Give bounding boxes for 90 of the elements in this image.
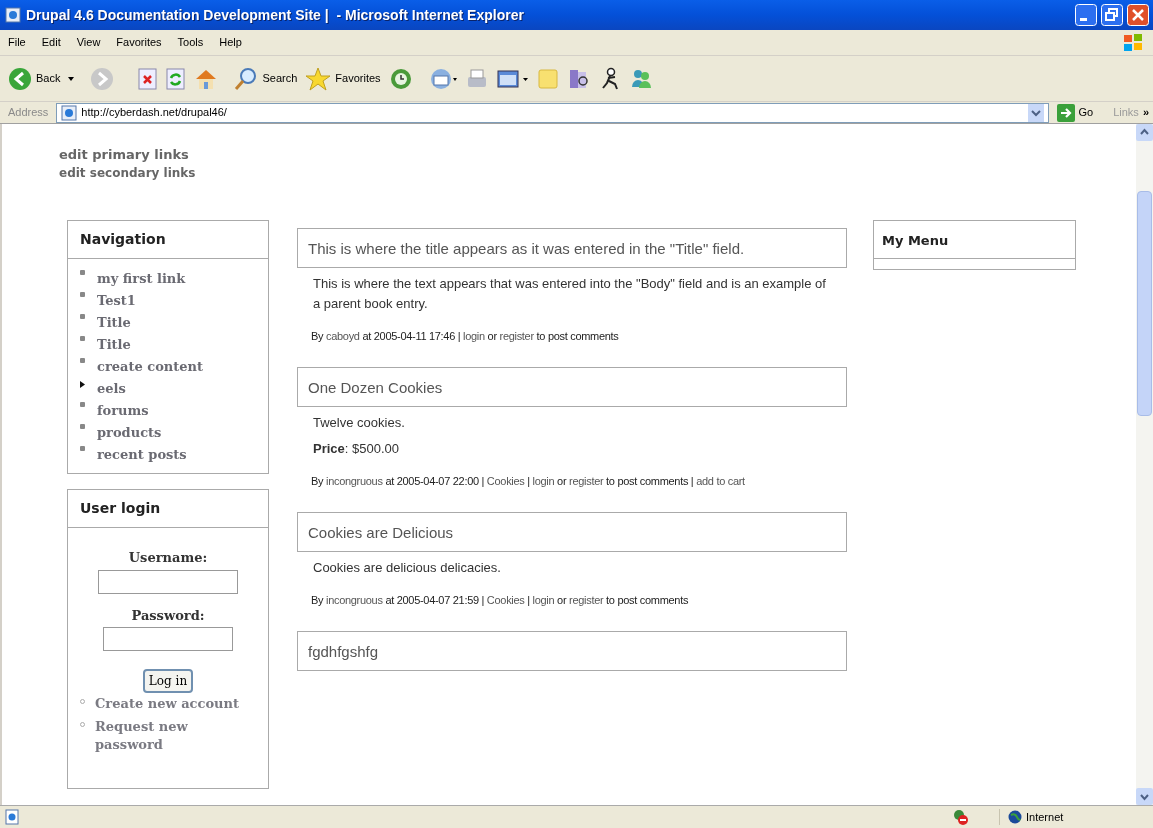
post-title[interactable]: One Dozen Cookies — [308, 377, 443, 397]
scroll-thumb[interactable] — [1137, 191, 1152, 416]
triangle-bullet-icon — [80, 381, 85, 388]
square-bullet-icon — [80, 270, 85, 275]
post-text: This is where the text appears that was entered into the "Body" field and is an example of a parent book entry. — [312, 275, 827, 313]
admin-link[interactable]: edit primary links — [59, 146, 189, 164]
post-text: Cookies are delicious delicacies. — [312, 559, 502, 577]
post-meta: By incongruous at 2005-04-07 21:59 | Cookies | login or register to post comments — [310, 594, 690, 607]
square-bullet-icon — [80, 446, 85, 451]
page-status-icon[interactable] — [4, 809, 20, 825]
chevron-button[interactable]: » — [1142, 104, 1149, 121]
stop-icon[interactable] — [138, 67, 159, 90]
nav-link[interactable]: my first link — [97, 269, 186, 289]
back-button[interactable]: Back — [8, 66, 61, 91]
nav-link[interactable]: forums — [97, 401, 149, 421]
menu-item[interactable]: Tools — [177, 34, 204, 51]
square-bullet-icon — [80, 314, 85, 319]
circle-bullet-icon — [80, 699, 85, 704]
post-link[interactable]: add to cart — [696, 475, 745, 487]
square-bullet-icon — [80, 424, 85, 429]
search-icon[interactable] — [234, 66, 259, 91]
nav-link[interactable]: eels — [97, 379, 126, 399]
account-link[interactable]: Create new account — [95, 695, 239, 713]
field-label: Password: — [131, 606, 205, 625]
post-link[interactable]: register — [499, 330, 534, 342]
post-text: Price: $500.00 — [312, 440, 401, 458]
post-title[interactable]: Cookies are Delicious — [308, 522, 454, 542]
post-link[interactable]: incongruous — [326, 594, 383, 606]
dropdown-arrow-icon[interactable] — [68, 76, 75, 81]
history-icon[interactable] — [388, 66, 413, 91]
ie-page-icon[interactable] — [61, 104, 78, 121]
field-label: Username: — [128, 549, 208, 567]
refresh-icon[interactable] — [166, 67, 187, 90]
post-link[interactable]: login — [463, 330, 485, 342]
mail-icon[interactable] — [428, 66, 457, 91]
post-link[interactable]: register — [569, 594, 604, 606]
minimize-icon[interactable] — [1075, 4, 1097, 26]
scroll-down-icon[interactable] — [1136, 788, 1153, 805]
square-bullet-icon — [80, 402, 85, 407]
square-bullet-icon — [80, 358, 85, 363]
nav-link[interactable]: Title — [97, 335, 131, 355]
nav-link[interactable]: products — [97, 423, 162, 443]
block-title: User login — [80, 499, 161, 518]
post-title[interactable]: fgdhfgshfg — [308, 641, 379, 661]
menu-item[interactable]: Help — [219, 34, 242, 51]
post-link[interactable]: Cookies — [486, 475, 525, 487]
post-link[interactable]: incongruous — [326, 475, 383, 487]
zone-label: Internet — [1026, 809, 1064, 825]
ie-page-icon[interactable] — [4, 6, 22, 24]
password-field[interactable] — [103, 627, 233, 651]
block-title: My Menu — [882, 232, 949, 250]
scroll-up-icon[interactable] — [1136, 124, 1153, 141]
address-label: Address — [7, 105, 50, 121]
account-link[interactable]: Request new password — [95, 718, 256, 754]
username-field[interactable] — [98, 569, 238, 594]
block-title: Navigation — [80, 230, 166, 249]
restore-icon[interactable] — [1101, 4, 1123, 26]
close-icon[interactable] — [1127, 4, 1149, 26]
globe-icon[interactable] — [1008, 810, 1022, 824]
post-meta: By caboyd at 2005-04-11 17:46 | login or register to post comments — [310, 330, 620, 343]
post-link[interactable]: caboyd — [326, 330, 360, 342]
post-link[interactable]: login — [532, 475, 555, 487]
login-button[interactable]: Log in — [142, 669, 194, 693]
admin-link[interactable]: edit secondary links — [59, 164, 196, 182]
post-text: Twelve cookies. — [312, 414, 406, 432]
scrollbar[interactable] — [1136, 124, 1153, 805]
blocked-popup-icon[interactable] — [951, 808, 969, 826]
go-button[interactable]: Go — [1052, 103, 1098, 122]
menu-item[interactable]: Favorites — [116, 34, 162, 51]
nav-link[interactable]: recent posts — [97, 445, 187, 465]
window-title: Drupal 4.6 Documentation Development Site | - Microsoft Internet Explorer — [26, 5, 524, 25]
circle-bullet-icon — [80, 722, 85, 727]
nav-link[interactable]: Test1 — [97, 291, 136, 311]
star-icon[interactable] — [305, 66, 332, 91]
nav-link[interactable]: Title — [97, 313, 131, 333]
nav-link[interactable]: create content — [97, 357, 204, 377]
search-button[interactable]: Search — [234, 66, 298, 91]
favorites-button[interactable]: Favorites — [305, 66, 381, 91]
square-bullet-icon — [80, 336, 85, 341]
post-link[interactable]: Cookies — [486, 594, 525, 606]
menu-item[interactable]: Edit — [41, 34, 61, 51]
post-link[interactable]: register — [569, 475, 604, 487]
menu-item[interactable]: File — [8, 34, 26, 51]
windows-flag-icon[interactable] — [1121, 31, 1145, 54]
post-title[interactable]: This is where the title appears as it was entered in the "Title" field. — [308, 238, 745, 258]
menu-item[interactable]: View — [76, 34, 101, 51]
address-field[interactable]: http://cyberdash.net/drupal46/ — [56, 102, 1049, 123]
square-bullet-icon — [80, 292, 85, 297]
post-link[interactable]: login — [532, 594, 555, 606]
post-meta: By incongruous at 2005-04-07 22:00 | Cookies | login or register to post comments | add to cart — [310, 475, 746, 488]
